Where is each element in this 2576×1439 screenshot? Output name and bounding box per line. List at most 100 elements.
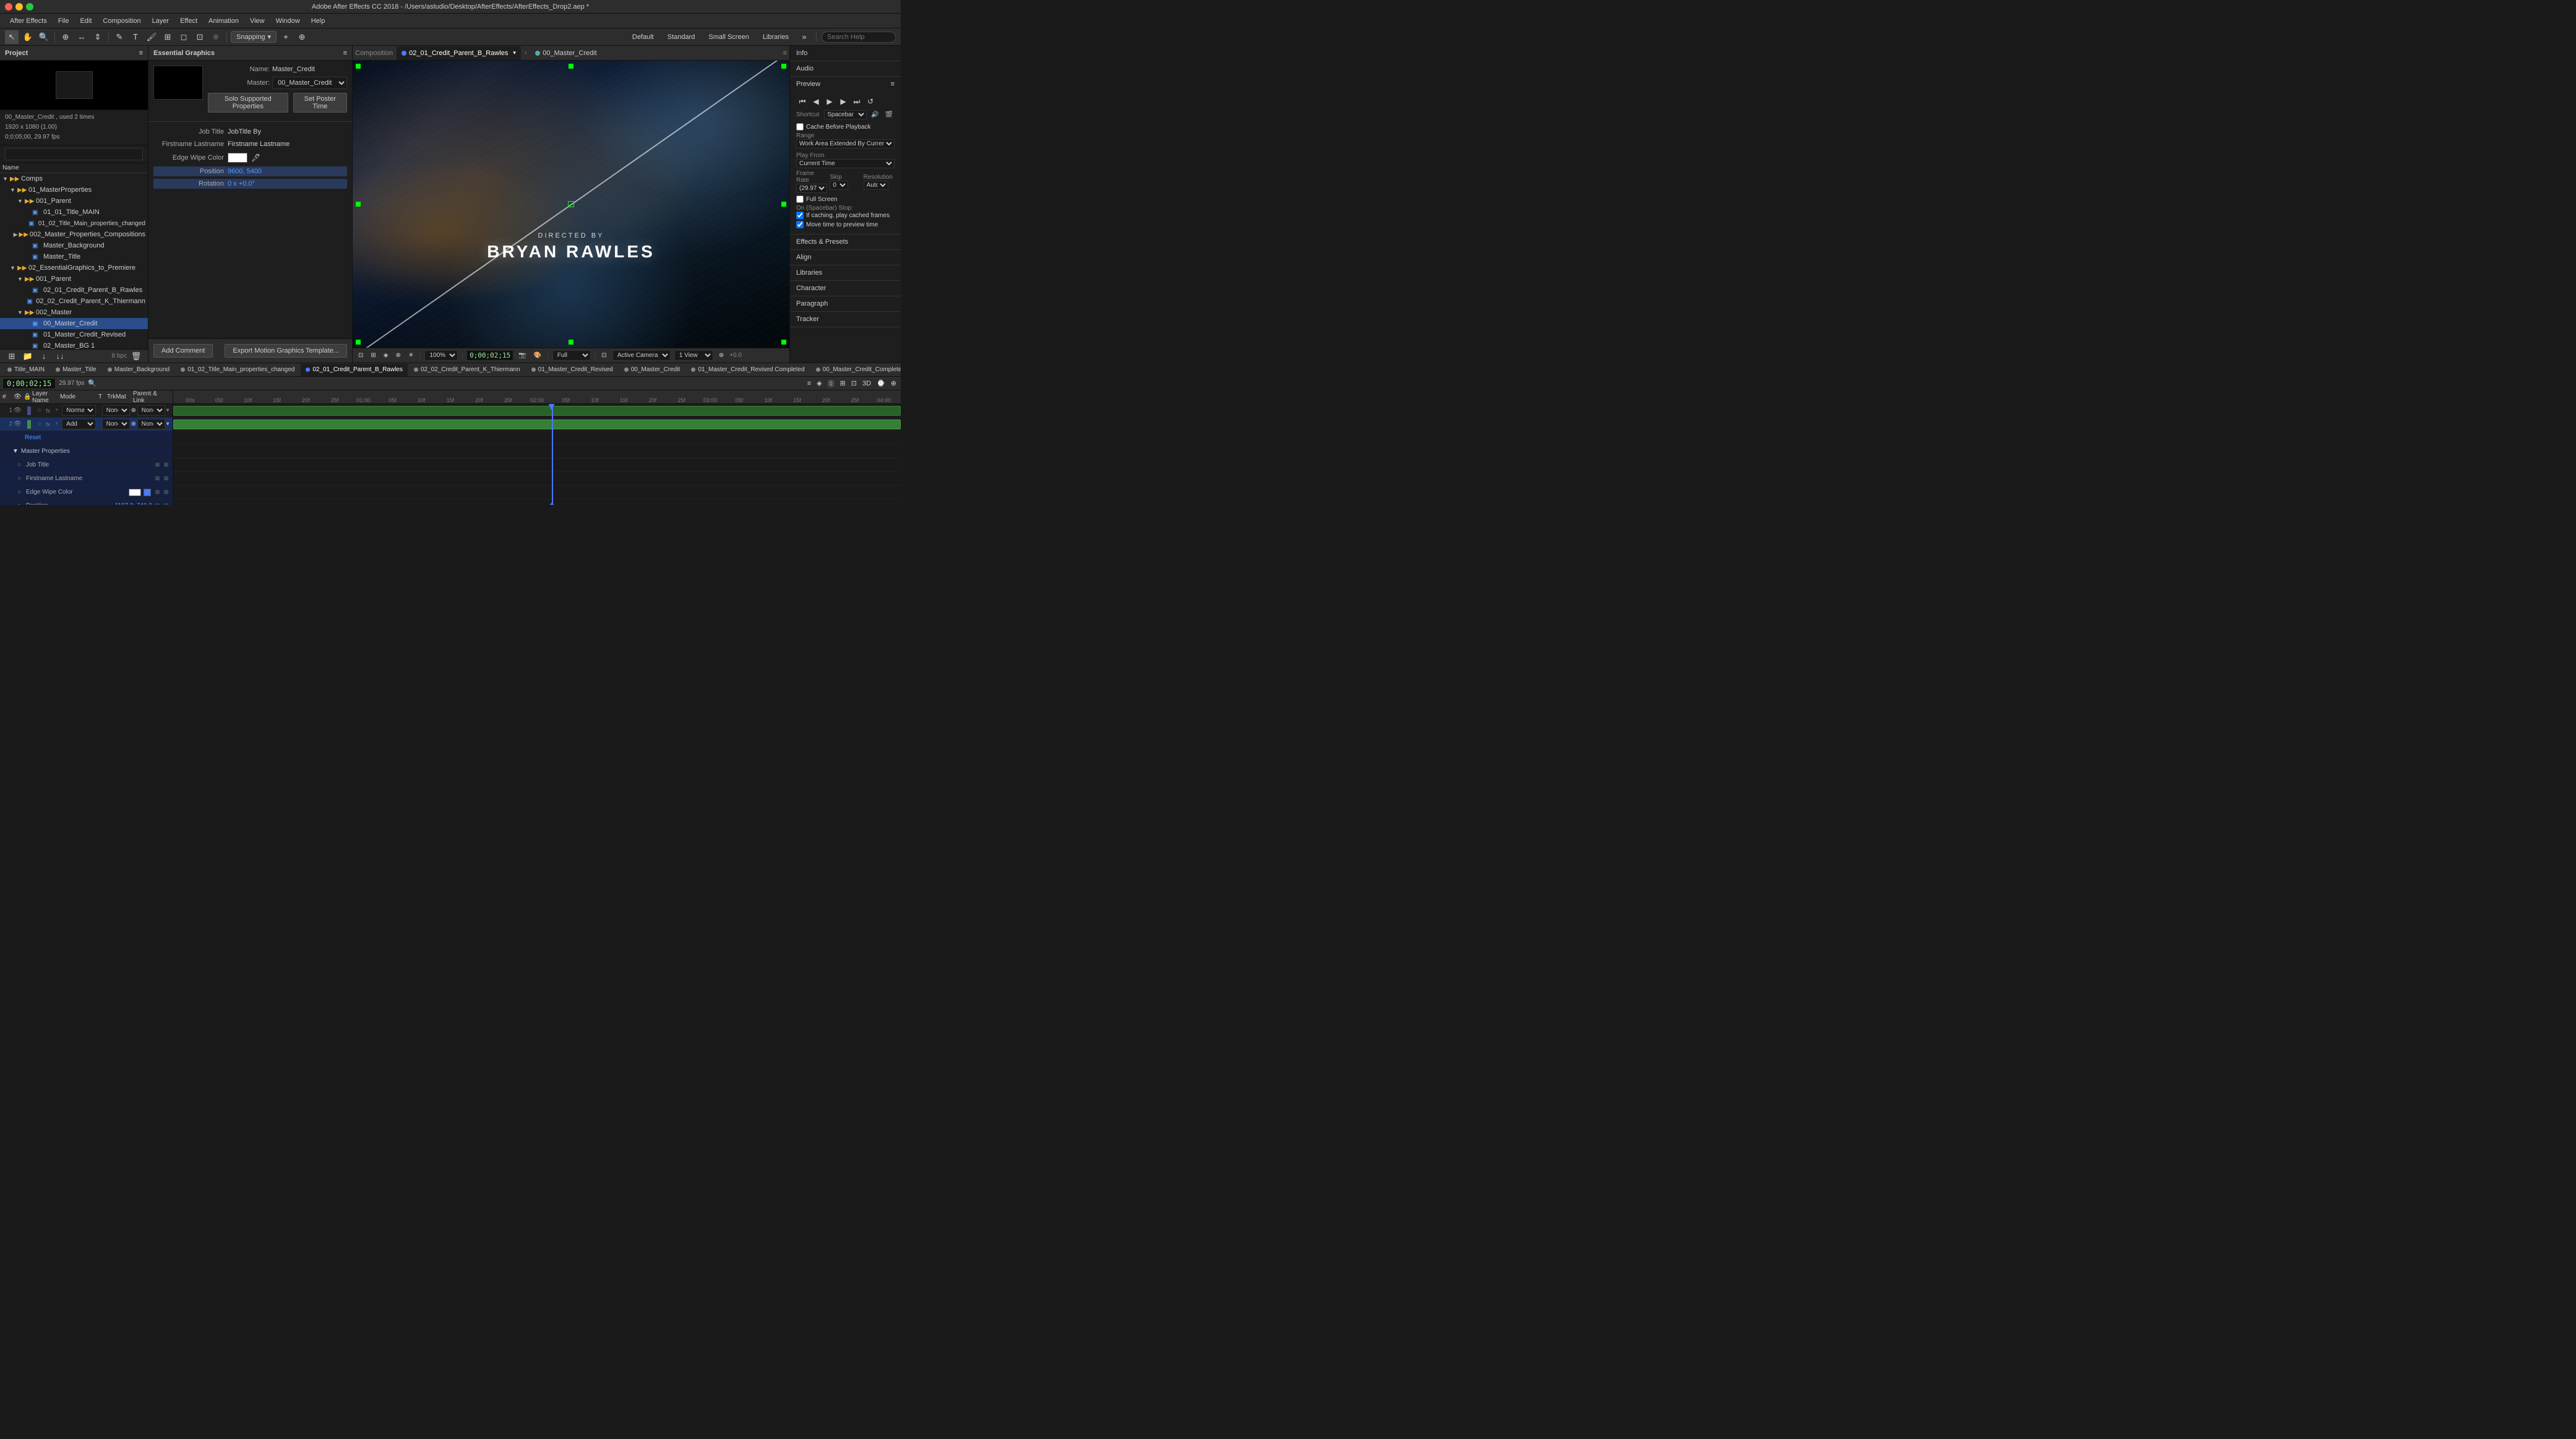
switch-solo-2[interactable]: ☆ bbox=[35, 421, 43, 427]
go-start-button[interactable]: ⏮ bbox=[796, 95, 809, 108]
workspace-standard[interactable]: Standard bbox=[663, 32, 700, 42]
viewer-color-btn[interactable]: 🎨 bbox=[532, 351, 543, 359]
align-section-header[interactable]: Align bbox=[790, 250, 901, 265]
switch-quality-1[interactable]: * bbox=[53, 408, 61, 414]
tl-frame-blend[interactable]: ◈ bbox=[815, 379, 823, 388]
layer-parent-2[interactable]: None bbox=[137, 419, 165, 429]
tl-tab-title-main[interactable]: Title_MAIN bbox=[2, 364, 49, 376]
viewer-tab-02-01[interactable]: 02_01_Credit_Parent_B_Rawles ▾ bbox=[397, 46, 521, 60]
fullscreen-checkbox[interactable] bbox=[796, 195, 804, 203]
libraries-section-header[interactable]: Libraries bbox=[790, 265, 901, 280]
include-btn[interactable]: 🔊 bbox=[869, 111, 880, 119]
jobtitle-sw2[interactable]: ⊞ bbox=[162, 462, 170, 468]
tree-item-02-02-credit[interactable]: ▣ 02_02_Credit_Parent_K_Thiermann bbox=[0, 296, 148, 307]
new-comp-button[interactable]: ⊞ bbox=[5, 350, 19, 363]
cache-checkbox[interactable] bbox=[796, 123, 804, 131]
reset-link[interactable]: Reset bbox=[25, 434, 41, 441]
tree-item-01-master-revised[interactable]: ▣ 01_Master_Credit_Revised bbox=[0, 329, 148, 340]
switch-solo-1[interactable]: ☆ bbox=[35, 407, 43, 414]
tree-item-title-props[interactable]: ▣ 01_02_Title_Main_properties_changed bbox=[0, 218, 148, 229]
preview-section-header[interactable]: Preview ≡ bbox=[790, 77, 901, 92]
tree-item-001parent[interactable]: ▼ ▶▶ 001_Parent bbox=[0, 195, 148, 207]
eraser-tool[interactable]: ◻ bbox=[177, 30, 191, 44]
layer-vis-1[interactable]: 👁 bbox=[14, 407, 22, 414]
tl-search-btn[interactable]: 🔍 bbox=[86, 379, 98, 388]
loop-button[interactable]: ↺ bbox=[864, 95, 877, 108]
zoom-tool[interactable]: 🔍 bbox=[37, 30, 51, 44]
resolution-select[interactable]: Full Half Quarter bbox=[552, 350, 591, 361]
movetime-checkbox[interactable] bbox=[796, 221, 804, 228]
project-search-input[interactable] bbox=[5, 148, 143, 160]
layer-vis-2[interactable]: 👁 bbox=[14, 421, 22, 427]
position-sw2[interactable]: ⊞ bbox=[162, 502, 170, 505]
tl-snap[interactable]: ⊕ bbox=[889, 379, 898, 388]
tl-tab-master-bg[interactable]: Master_Background bbox=[103, 364, 175, 376]
transform-arrow[interactable]: ▼ bbox=[12, 448, 20, 455]
color-swatch-edge[interactable] bbox=[228, 153, 247, 163]
tl-tab-master-title[interactable]: Master_Title bbox=[51, 364, 101, 376]
menu-aftereffects[interactable]: After Effects bbox=[5, 16, 52, 26]
layer-expand-1[interactable]: ▾ bbox=[166, 407, 170, 414]
menu-window[interactable]: Window bbox=[271, 16, 305, 26]
tl-graph-editor[interactable]: ⊞ bbox=[838, 379, 848, 388]
snap-icon[interactable]: ⌖ bbox=[279, 30, 293, 44]
tl-motion-blur[interactable]: ⓪ bbox=[826, 378, 836, 389]
tl-markers[interactable]: ⊡ bbox=[849, 379, 859, 388]
menu-composition[interactable]: Composition bbox=[98, 16, 145, 26]
viewer-overlay-btn[interactable]: ⊕ bbox=[717, 351, 726, 359]
handle-top-mid[interactable] bbox=[569, 64, 573, 69]
firstname-sw1[interactable]: ⊞ bbox=[153, 475, 161, 482]
layer-trim-2[interactable]: None bbox=[102, 419, 130, 429]
viewer-3d-btn[interactable]: ⊕ bbox=[393, 351, 402, 359]
firstname-sw2[interactable]: ⊞ bbox=[162, 475, 170, 482]
layer-mode-1[interactable]: Normal bbox=[62, 405, 96, 416]
maximize-button[interactable] bbox=[26, 3, 33, 11]
viewer-light-btn[interactable]: ☀ bbox=[406, 351, 416, 359]
project-menu-icon[interactable]: ≡ bbox=[139, 49, 143, 57]
jobtitle-sw1[interactable]: ⊞ bbox=[153, 462, 161, 468]
prev-frame-button[interactable]: ◀ bbox=[810, 95, 822, 108]
track-z-tool[interactable]: ⇕ bbox=[91, 30, 105, 44]
workspace-default[interactable]: Default bbox=[627, 32, 659, 42]
tl-tab-01-02-title[interactable]: 01_02_Title_Main_properties_changed bbox=[176, 364, 299, 376]
import-multiple-button[interactable]: ↓↓ bbox=[53, 350, 67, 363]
menu-animation[interactable]: Animation bbox=[204, 16, 244, 26]
range-select[interactable]: Work Area Extended By Current T... bbox=[796, 139, 895, 148]
workspace-libraries[interactable]: Libraries bbox=[758, 32, 794, 42]
edgecolor-sw1[interactable]: ⊞ bbox=[153, 489, 161, 496]
switch-quality-2[interactable]: * bbox=[53, 421, 61, 427]
playhead[interactable] bbox=[552, 404, 553, 505]
handle-mid-left[interactable] bbox=[356, 202, 361, 207]
viewer-options-icon[interactable]: ≡ bbox=[783, 49, 787, 57]
tl-tab-01-master-completed[interactable]: 01_Master_Credit_Revised Completed bbox=[686, 364, 809, 376]
tree-item-title-main[interactable]: ▣ 01_01_Title_MAIN bbox=[0, 207, 148, 218]
viewer-tab-00-master[interactable]: 00_Master_Credit bbox=[530, 46, 601, 60]
add-comment-button[interactable]: Add Comment bbox=[153, 344, 213, 358]
puppet-tool[interactable]: ⌾ bbox=[209, 30, 223, 44]
go-end-button[interactable]: ⏭ bbox=[851, 95, 863, 108]
viewer-mask-btn[interactable]: ◈ bbox=[382, 351, 390, 359]
include-video-btn[interactable]: 🎬 bbox=[883, 111, 895, 119]
viewer-snap-btn[interactable]: ⊡ bbox=[356, 351, 365, 359]
tree-item-002master2[interactable]: ▼ ▶▶ 002_Master bbox=[0, 307, 148, 318]
edgecolor-swatch2[interactable] bbox=[144, 489, 151, 496]
view-count-select[interactable]: 1 View 2 Views bbox=[674, 350, 713, 361]
close-button[interactable] bbox=[5, 3, 12, 11]
tree-item-001parent2[interactable]: ▼ ▶▶ 001_Parent bbox=[0, 273, 148, 285]
menu-layer[interactable]: Layer bbox=[147, 16, 174, 26]
layer-parent-1[interactable]: None bbox=[137, 405, 165, 416]
tree-item-master-bg[interactable]: ▣ Master_Background bbox=[0, 240, 148, 251]
import-button[interactable]: ↓ bbox=[37, 350, 51, 363]
viewer-region-btn[interactable]: ⊡ bbox=[599, 351, 608, 359]
audio-section-header[interactable]: Audio bbox=[790, 61, 901, 76]
eyedropper-icon[interactable]: 🖋 bbox=[251, 153, 260, 162]
tree-item-01master[interactable]: ▼ ▶▶ 01_MasterProperties bbox=[0, 184, 148, 195]
menu-view[interactable]: View bbox=[245, 16, 270, 26]
play-from-select[interactable]: Current Time bbox=[796, 159, 895, 168]
set-poster-time-button[interactable]: Set Poster Time bbox=[293, 93, 347, 113]
shortcut-select[interactable]: Spacebar bbox=[824, 110, 867, 119]
handle-bottom-left[interactable] bbox=[356, 340, 361, 345]
hand-tool[interactable]: ✋ bbox=[21, 30, 35, 44]
layer-expand-2[interactable]: ▾ bbox=[166, 421, 170, 427]
edgecolor-sw2[interactable]: ⊞ bbox=[162, 489, 170, 496]
